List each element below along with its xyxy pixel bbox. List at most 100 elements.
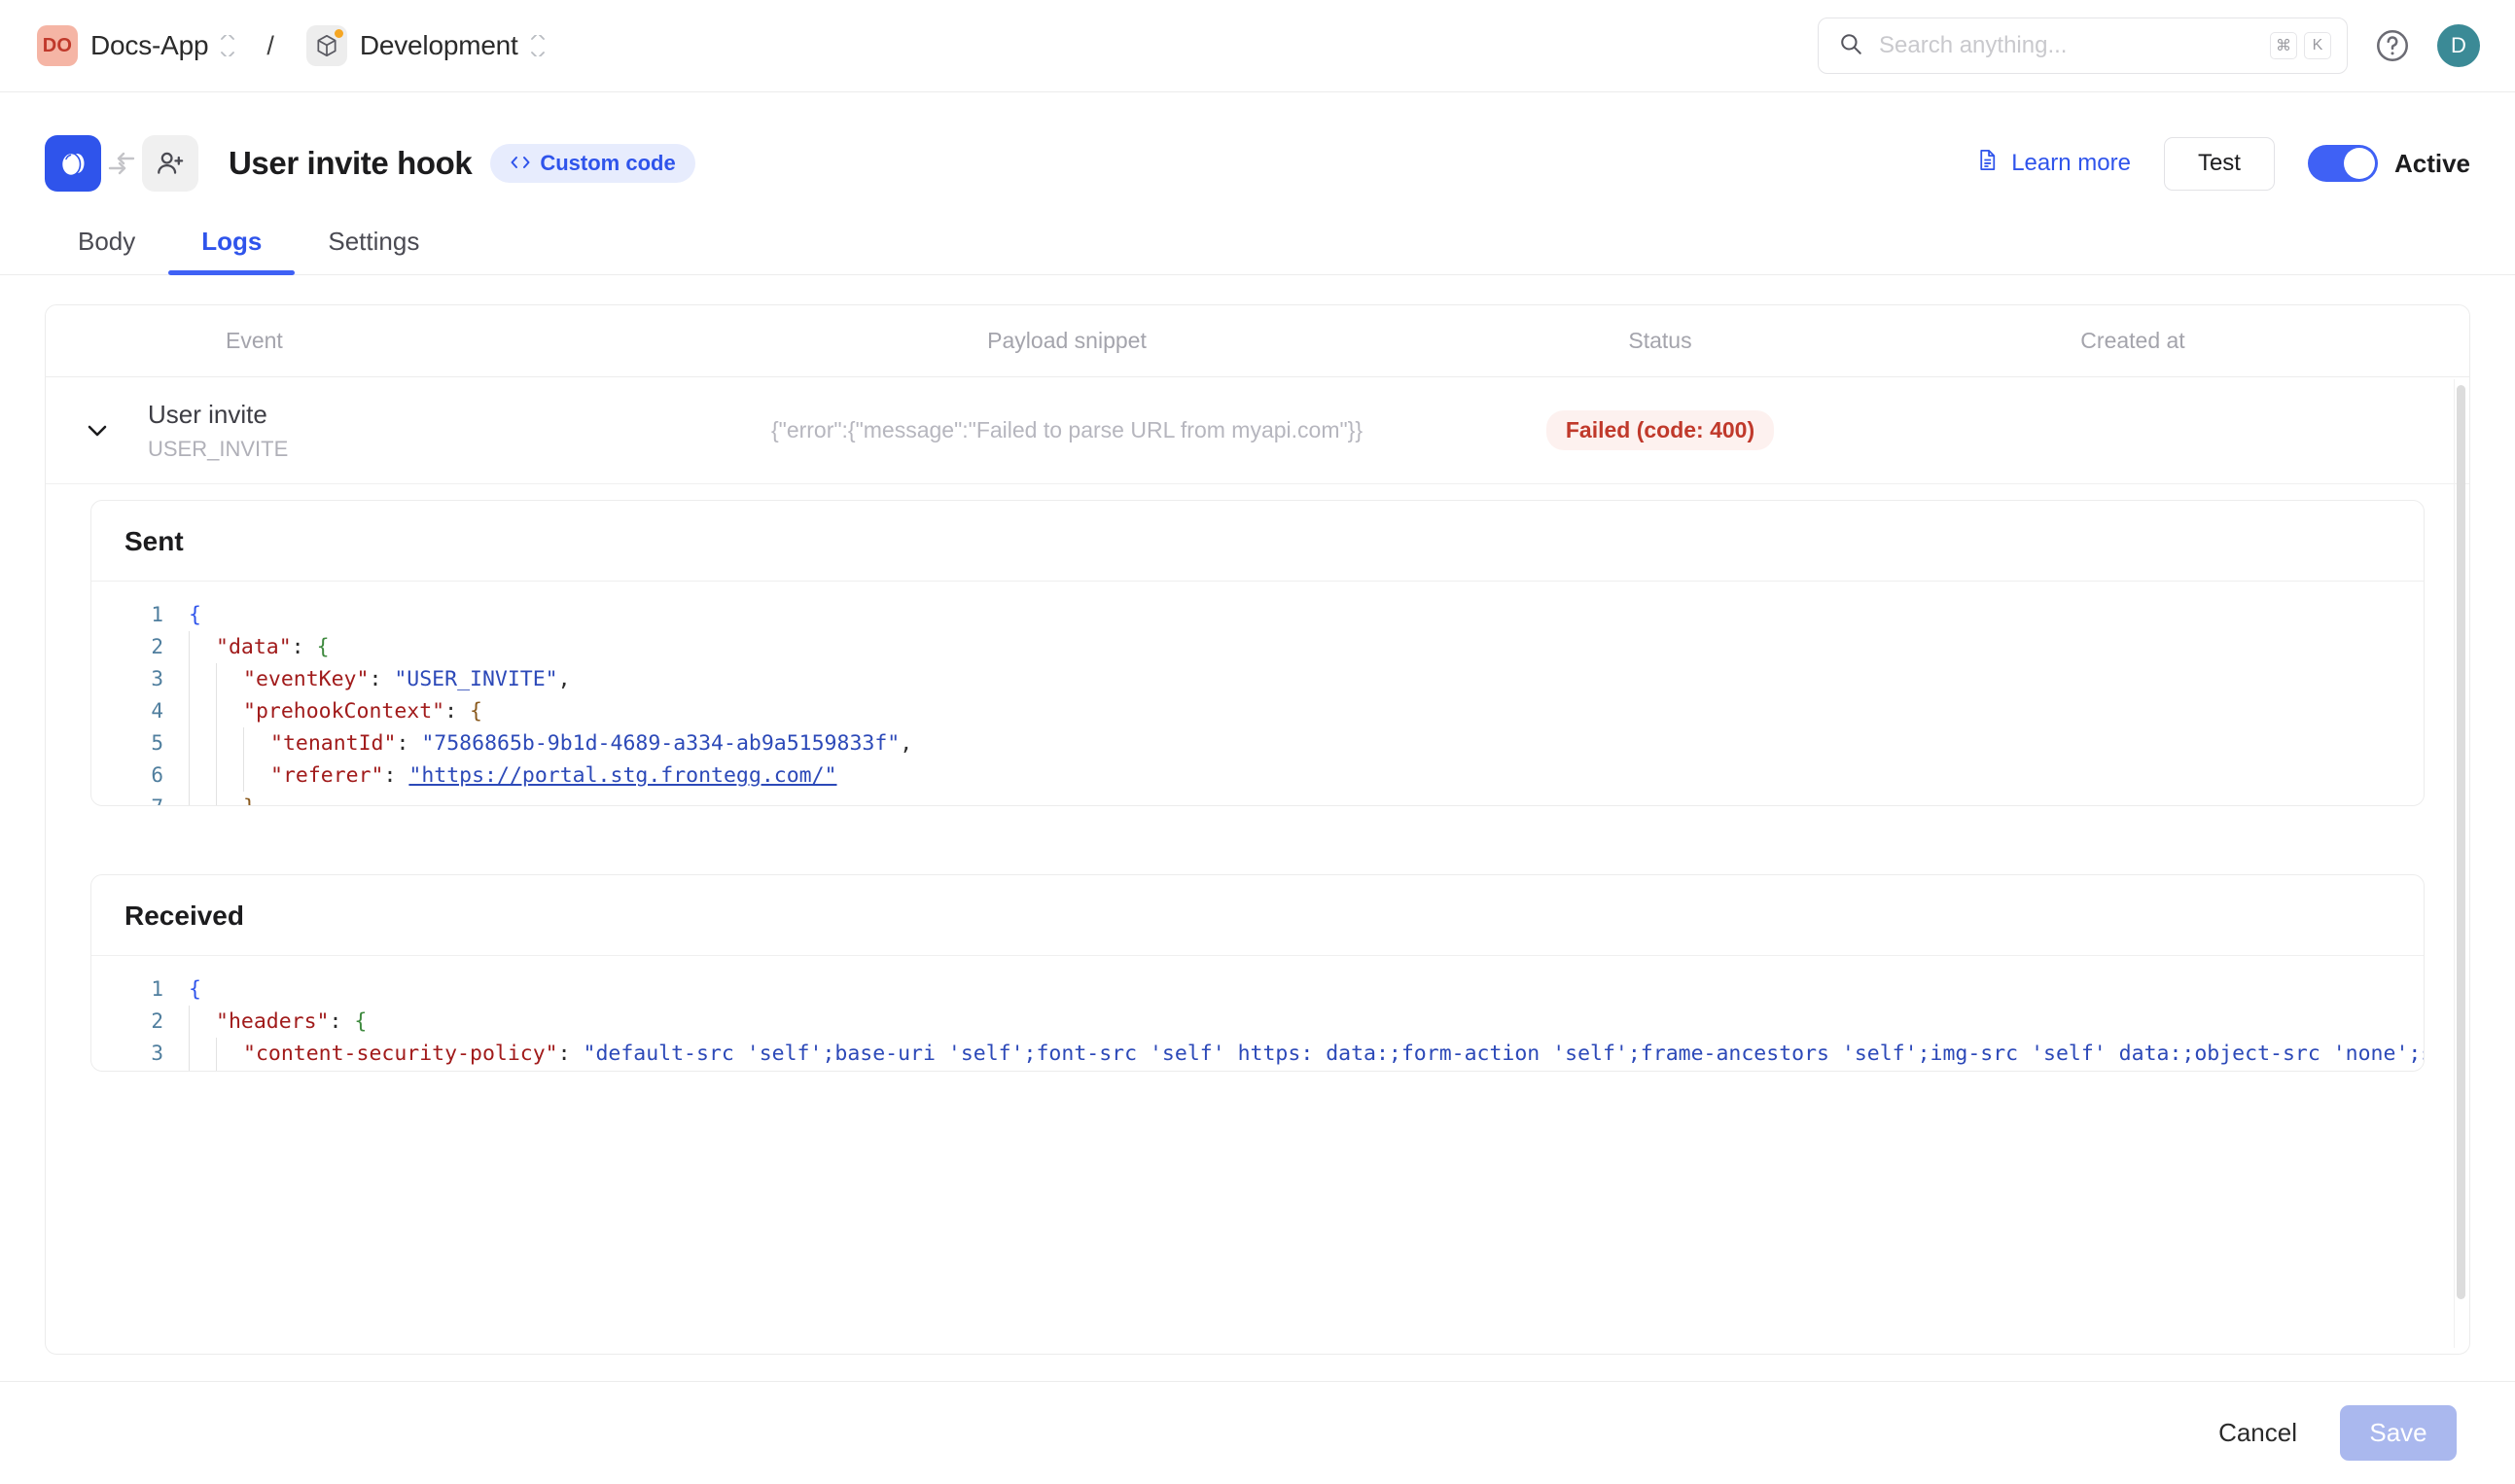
breadcrumb-separator: / <box>266 30 274 60</box>
save-button[interactable]: Save <box>2340 1405 2457 1461</box>
code-indent-guides <box>189 1070 243 1071</box>
search-input[interactable] <box>1877 31 2256 60</box>
active-toggle-label: Active <box>2393 148 2470 178</box>
code-line-number: 4 <box>151 699 163 723</box>
code-line-number: 2 <box>151 1009 163 1033</box>
code-line: 3 "eventKey": "USER_INVITE", <box>91 663 2424 695</box>
code-line-number: 4 <box>91 1070 189 1071</box>
code-indent-guides <box>189 760 270 792</box>
tab-logs[interactable]: Logs <box>168 227 296 275</box>
column-header-status: Status <box>1628 328 1692 353</box>
avatar[interactable]: D <box>2437 24 2480 67</box>
code-indent-guides <box>189 792 243 805</box>
code-line-text: "eventKey": "USER_INVITE", <box>243 667 571 691</box>
column-header-event: Event <box>226 328 283 353</box>
code-line: 1{ <box>91 599 2424 631</box>
code-line-text: "headers": { <box>216 1009 368 1034</box>
page-title: User invite hook <box>229 145 473 181</box>
table-row[interactable]: User invite USER_INVITE {"error":{"messa… <box>46 377 2469 484</box>
sent-panel: Sent 1{2 "data": {3 "eventKey": "USER_INVI… <box>90 500 2425 806</box>
code-line-number: 6 <box>151 763 163 787</box>
code-line: 7}, <box>91 792 2424 805</box>
code-indent-guides <box>189 727 270 760</box>
code-indent-guides <box>189 631 216 663</box>
kbd-command: ⌘ <box>2270 32 2297 59</box>
row-event-name: User invite <box>148 399 267 429</box>
code-line-text: "cross-origin-embedder-policy": "require… <box>243 1070 834 1071</box>
code-line-text: { <box>189 977 201 1002</box>
code-line: 6 "referer": "https://portal.stg.frontegg… <box>91 760 2424 792</box>
row-event-key: USER_INVITE <box>148 436 289 461</box>
connector-arrows-icon <box>101 149 142 178</box>
code-indent-guides <box>189 1038 243 1070</box>
code-line: 4 "cross-origin-embedder-policy": "requir… <box>91 1070 2424 1071</box>
code-line-number: 7 <box>91 792 189 805</box>
code-line: 1{ <box>91 973 2424 1006</box>
code-line-number: 1 <box>151 603 163 626</box>
logs-table-header: Event Payload snippet Status Created at <box>46 305 2469 377</box>
top-bar-right: ⌘ K D <box>1818 18 2480 74</box>
help-icon[interactable] <box>2373 26 2412 65</box>
custom-code-label: Custom code <box>540 151 676 175</box>
cancel-button[interactable]: Cancel <box>2213 1417 2303 1449</box>
active-toggle-group[interactable]: Active <box>2307 145 2470 182</box>
row-payload-snippet: {"error":{"message":"Failed to parse URL… <box>770 417 1364 442</box>
code-line-number: 1 <box>151 977 163 1001</box>
code-indent-guides <box>189 1006 216 1038</box>
column-header-created-at: Created at <box>2080 328 2185 353</box>
environment-cube-icon <box>305 25 347 66</box>
code-line-number: 3 <box>151 667 163 690</box>
breadcrumb: DO Docs-App / Development <box>37 25 545 66</box>
frontegg-logo-icon <box>45 135 101 192</box>
code-indent-guides <box>189 695 243 727</box>
env-switcher-chevron-icon[interactable] <box>530 35 545 56</box>
org-badge: DO <box>37 25 78 66</box>
received-panel-title: Received <box>91 875 2424 956</box>
received-code-block[interactable]: 1{2 "headers": {3 "content-security-policy… <box>91 956 2424 1071</box>
code-line: 4 "prehookContext": { <box>91 695 2424 727</box>
logs-card: Event Payload snippet Status Created at … <box>45 304 2470 1355</box>
learn-more-label: Learn more <box>2011 150 2131 176</box>
top-bar: DO Docs-App / Development Search anythin… <box>0 0 2515 92</box>
status-badge: Failed (code: 400) <box>1545 410 1775 450</box>
search-box[interactable]: ⌘ K <box>1818 18 2348 74</box>
code-line-text: "content-security-policy": "default-src … <box>243 1042 2424 1066</box>
custom-code-badge[interactable]: Custom code <box>490 144 695 183</box>
code-brackets-icon <box>510 151 531 176</box>
tab-settings[interactable]: Settings <box>295 227 452 274</box>
code-line-text: "prehookContext": { <box>243 699 482 724</box>
add-user-icon <box>142 135 198 192</box>
code-line: 5 "tenantId": "7586865b-9b1d-4689-a334-ab… <box>91 727 2424 760</box>
row-event-cell: User invite USER_INVITE <box>148 400 726 462</box>
row-expand-chevron-icon[interactable] <box>46 422 148 440</box>
search-icon <box>1838 31 1863 61</box>
environment-status-dot <box>332 27 345 40</box>
breadcrumb-org-name[interactable]: Docs-App <box>90 30 209 61</box>
active-toggle[interactable] <box>2307 145 2378 182</box>
code-line-text: "referer": "https://portal.stg.frontegg.… <box>270 763 837 788</box>
learn-more-link[interactable]: Learn more <box>1975 148 2131 179</box>
code-line: 2 "headers": { <box>91 1006 2424 1038</box>
org-switcher-chevron-icon[interactable] <box>221 35 235 56</box>
logs-scrollbar-thumb[interactable] <box>2457 385 2465 1299</box>
code-line-text: }, <box>243 792 268 805</box>
code-line-text: "data": { <box>216 635 330 659</box>
sent-code-block[interactable]: 1{2 "data": {3 "eventKey": "USER_INVITE", 4… <box>91 582 2424 805</box>
code-line: 3 "content-security-policy": "default-src… <box>91 1038 2424 1070</box>
code-indent-guides <box>189 663 243 695</box>
hook-header: User invite hook Custom code Learn more … <box>0 92 2515 192</box>
test-button[interactable]: Test <box>2163 136 2275 191</box>
breadcrumb-env-name[interactable]: Development <box>360 30 518 61</box>
kbd-k: K <box>2304 32 2331 59</box>
footer-bar: Cancel Save <box>0 1381 2515 1484</box>
code-line-number: 2 <box>151 635 163 658</box>
logs-scrollbar[interactable] <box>2454 379 2465 1348</box>
document-icon <box>1975 148 2000 179</box>
code-line-text: { <box>189 603 201 627</box>
code-line-number: 5 <box>151 731 163 755</box>
sent-panel-title: Sent <box>91 501 2424 582</box>
hook-actions: Learn more Test Active <box>1975 136 2470 191</box>
tab-body[interactable]: Body <box>45 227 168 274</box>
tab-bar: Body Logs Settings <box>0 227 2515 275</box>
received-panel: Received 1{2 "headers": {3 "content-securi… <box>90 874 2425 1072</box>
